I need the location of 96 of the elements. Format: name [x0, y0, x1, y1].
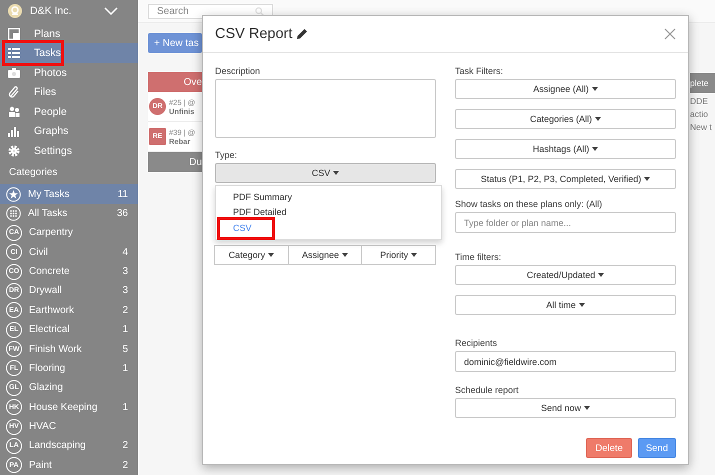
category-label: Civil	[29, 246, 49, 258]
task-count: 3	[122, 266, 128, 278]
category-label: Flooring	[29, 362, 66, 374]
task-text: DDE	[690, 96, 709, 106]
people-icon	[8, 106, 20, 118]
floor-plan-icon	[8, 28, 20, 40]
category-label: Electrical	[29, 324, 71, 336]
caret-icon	[411, 253, 418, 257]
send-button[interactable]: Send	[638, 438, 676, 458]
pencil-icon[interactable]	[296, 28, 308, 40]
task-count: 2	[122, 304, 128, 316]
caret-icon	[644, 177, 650, 181]
filter-dropdown[interactable]: Categories (All)	[455, 109, 676, 129]
chevron-down-icon[interactable]	[104, 6, 118, 15]
caret-icon	[342, 253, 348, 257]
search-icon	[255, 6, 264, 16]
category-label: Finish Work	[29, 344, 83, 355]
category-label: Landscaping	[29, 440, 87, 452]
field-label: Show tasks on these plans only: (All)	[455, 199, 604, 209]
category-label: Carpentry	[29, 227, 74, 238]
task-text: actio	[690, 109, 709, 119]
category-label: All Tasks	[28, 208, 68, 219]
nav-item[interactable]: Settings	[0, 140, 138, 160]
logo-icon	[8, 4, 22, 18]
caret-icon	[584, 406, 590, 410]
field-label: Task Filters:	[455, 66, 504, 76]
caret-icon	[268, 253, 274, 257]
category-label: House Keeping	[29, 402, 98, 413]
delete-button[interactable]: Delete	[586, 438, 632, 458]
task-count: 11	[118, 188, 128, 200]
dialog-title: CSV Report	[215, 26, 292, 42]
task-text: New t	[690, 122, 713, 132]
menu-item[interactable]: PDF Summary	[216, 189, 441, 204]
sort-dropdown[interactable]: Priority	[361, 245, 436, 265]
task-count: 5	[122, 344, 128, 355]
due-header: Du	[148, 152, 202, 172]
type-dropdown[interactable]: CSV	[215, 163, 436, 183]
time-filter-dropdown[interactable]: All time	[455, 295, 676, 315]
bar-chart-icon	[8, 125, 20, 138]
category-label: Drywall	[29, 285, 63, 296]
description-field[interactable]	[215, 79, 436, 138]
category-item[interactable]: All Tasks 36	[0, 204, 138, 224]
overdue-header: Ove	[148, 72, 202, 92]
caret-icon	[595, 117, 602, 121]
schedule-dropdown[interactable]: Send now	[455, 398, 676, 418]
time-filter-dropdown[interactable]: Created/Updated	[455, 265, 676, 285]
task-count: 2	[122, 460, 128, 471]
caret-icon	[598, 273, 604, 277]
field-label: Time filters:	[455, 252, 502, 262]
new-task-button[interactable]: + New tas	[148, 33, 202, 53]
close-icon[interactable]	[664, 28, 676, 40]
nav-item[interactable]: People	[0, 102, 138, 122]
task-count: 36	[116, 208, 128, 219]
task-count: 1	[122, 402, 128, 413]
filter-dropdown[interactable]: Hashtags (All)	[455, 139, 676, 159]
plan-search-field[interactable]: Type folder or plan name...	[455, 212, 676, 233]
settings-icon	[8, 144, 20, 157]
nav-item[interactable]: Tasks	[0, 43, 138, 63]
category-label: Paint	[29, 460, 53, 471]
caret-icon	[592, 147, 598, 151]
category-label: HVAC	[29, 421, 58, 432]
nav-item[interactable]: Graphs	[0, 121, 138, 141]
task-count: 4	[122, 246, 128, 258]
grid-icon	[6, 206, 21, 221]
category-label: My Tasks	[28, 188, 70, 200]
menu-item[interactable]: CSV	[216, 220, 441, 236]
category-item[interactable]: My Tasks 11	[0, 184, 138, 204]
category-label: Glazing	[29, 382, 64, 394]
task-count: 2	[122, 440, 128, 452]
caret-icon	[333, 171, 340, 175]
column-header: plete	[690, 73, 715, 93]
paperclip-icon	[8, 86, 20, 98]
field-label: Type:	[215, 150, 238, 160]
caret-icon	[592, 87, 598, 91]
task-count: 3	[122, 285, 128, 296]
organization-name: D&K Inc.	[30, 4, 72, 17]
task-count: 1	[122, 362, 128, 374]
task-count: 1	[122, 324, 128, 336]
camera-icon	[8, 66, 20, 79]
filter-dropdown[interactable]: Assignee (All)	[455, 79, 676, 99]
sort-dropdown[interactable]: Assignee	[288, 245, 362, 265]
list-icon	[8, 47, 20, 60]
section-label: Categories	[8, 166, 58, 180]
field-label: Recipients	[455, 338, 498, 348]
filter-dropdown[interactable]: Status (P1, P2, P3, Completed, Verified)	[455, 169, 676, 189]
recipients-field[interactable]: dominic@fieldwire.com	[455, 351, 676, 372]
field-label: Schedule report	[455, 385, 520, 395]
sort-dropdown[interactable]: Category	[214, 245, 289, 265]
nav-item[interactable]: Photos	[0, 62, 138, 82]
caret-icon	[578, 303, 585, 307]
category-label: Earthwork	[29, 304, 76, 316]
field-label: Description	[215, 66, 262, 76]
nav-item[interactable]: Files	[0, 82, 138, 102]
nav-item[interactable]: Plans	[0, 24, 138, 44]
category-label: Concrete	[29, 266, 71, 278]
menu-item[interactable]: PDF Detailed	[216, 204, 441, 220]
